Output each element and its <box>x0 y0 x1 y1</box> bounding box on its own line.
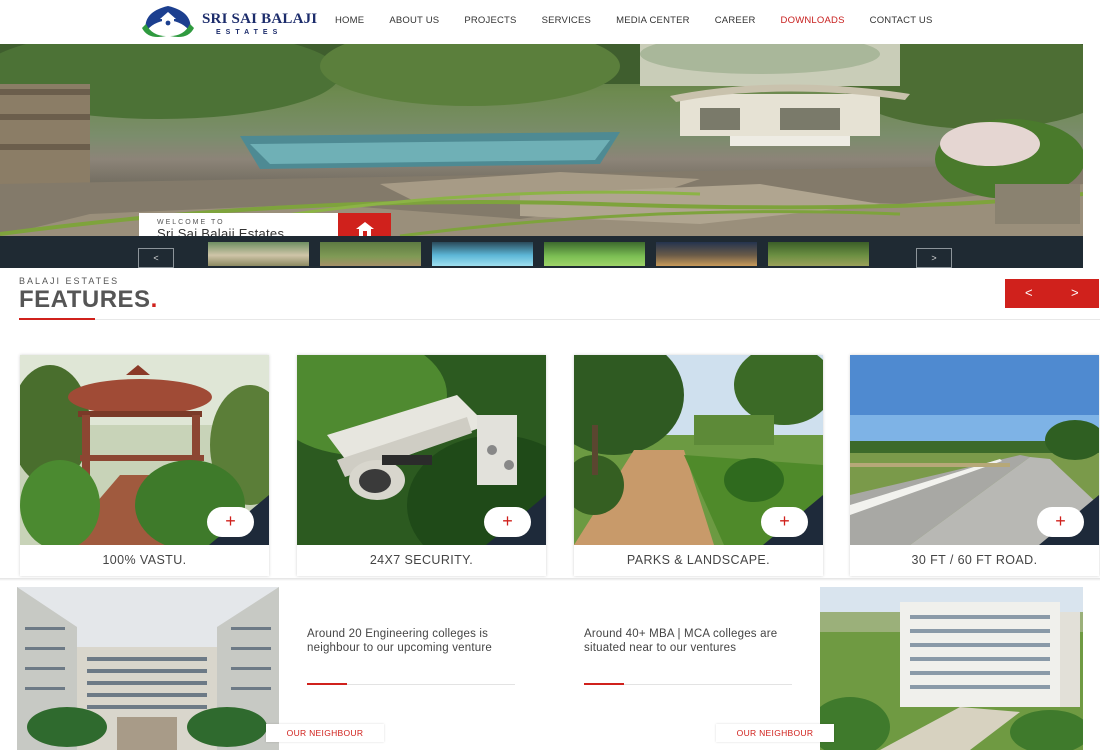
hero-image <box>0 44 1083 236</box>
expand-plus-icon[interactable]: + <box>761 507 808 537</box>
nav-downloads[interactable]: DOWNLOADS <box>781 15 845 26</box>
thumbnail-6[interactable] <box>768 242 869 266</box>
neighbour-image-engineering <box>17 587 279 750</box>
nav-contact-us[interactable]: CONTACT US <box>870 15 933 26</box>
features-next-button[interactable]: > <box>1071 285 1079 300</box>
expand-plus-icon[interactable]: + <box>1037 507 1084 537</box>
thumbnail-3[interactable] <box>432 242 533 266</box>
features-kicker: BALAJI ESTATES <box>19 276 120 286</box>
feature-label-security: 24X7 SECURITY. <box>369 553 474 567</box>
neighbour-divider <box>624 684 792 685</box>
feature-card-road[interactable]: + 30 FT / 60 FT ROAD. <box>850 355 1099 576</box>
neighbour-text-engineering: Around 20 Engineering colleges is neighb… <box>307 628 492 654</box>
feature-card-vastu[interactable]: + 100% VASTU. <box>20 355 269 576</box>
nav-home[interactable]: HOME <box>335 15 364 26</box>
brand-sub: ESTATES <box>216 29 283 36</box>
home-button[interactable] <box>338 213 391 236</box>
neighbour-underline <box>584 683 624 685</box>
thumbnail-1[interactable] <box>208 242 309 266</box>
features-prev-button[interactable]: < <box>1025 285 1033 300</box>
nav-about-us[interactable]: ABOUT US <box>389 15 439 26</box>
neighbour-badge[interactable]: OUR NEIGHBOUR <box>716 724 834 742</box>
brand-name: SRI SAI BALAJI <box>202 11 318 27</box>
welcome-kicker: WELCOME TO <box>157 219 225 226</box>
neighbour-text-mba: Around 40+ MBA | MCA colleges are situat… <box>584 628 778 654</box>
neighbour-image-mba <box>820 587 1083 750</box>
section-divider <box>0 578 1100 581</box>
main-nav: HOME ABOUT US PROJECTS SERVICES MEDIA CE… <box>335 15 958 26</box>
features-title-dot: . <box>150 286 158 313</box>
nav-services[interactable]: SERVICES <box>542 15 591 26</box>
hero-banner: WELCOME TO Sri Sai Balaji Estates. <box>0 44 1083 236</box>
site-header: SRI SAI BALAJI ESTATES HOME ABOUT US PRO… <box>0 0 1100 44</box>
feature-card-security[interactable]: + 24X7 SECURITY. <box>297 355 546 576</box>
features-carousel-nav: < > <box>1005 279 1099 308</box>
thumbnail-strip: < > <box>0 236 1083 268</box>
features-title: FEATURES. <box>19 286 158 314</box>
strip-prev-button[interactable]: < <box>138 248 174 268</box>
features-title-text: FEATURES <box>19 286 151 313</box>
features-underline <box>19 318 95 320</box>
features-divider <box>95 319 1100 320</box>
welcome-title: Sri Sai Balaji Estates. <box>157 226 289 236</box>
feature-label-vastu: 100% VASTU. <box>102 553 187 567</box>
nav-projects[interactable]: PROJECTS <box>464 15 516 26</box>
thumbnail-5[interactable] <box>656 242 757 266</box>
feature-label-road: 30 FT / 60 FT ROAD. <box>911 553 1038 567</box>
logo[interactable]: SRI SAI BALAJI ESTATES <box>138 2 317 40</box>
neighbour-divider <box>347 684 515 685</box>
logo-mark-icon <box>142 6 194 37</box>
neighbour-badge[interactable]: OUR NEIGHBOUR <box>266 724 384 742</box>
expand-plus-icon[interactable]: + <box>484 507 531 537</box>
feature-card-parks[interactable]: + PARKS & LANDSCAPE. <box>574 355 823 576</box>
welcome-box: WELCOME TO Sri Sai Balaji Estates. <box>139 213 338 236</box>
neighbour-underline <box>307 683 347 685</box>
nav-career[interactable]: CAREER <box>715 15 756 26</box>
expand-plus-icon[interactable]: + <box>207 507 254 537</box>
thumbnail-4[interactable] <box>544 242 645 266</box>
strip-next-button[interactable]: > <box>916 248 952 268</box>
feature-label-parks: PARKS & LANDSCAPE. <box>626 553 771 567</box>
thumbnail-2[interactable] <box>320 242 421 266</box>
nav-media-center[interactable]: MEDIA CENTER <box>616 15 690 26</box>
home-icon <box>356 222 374 236</box>
